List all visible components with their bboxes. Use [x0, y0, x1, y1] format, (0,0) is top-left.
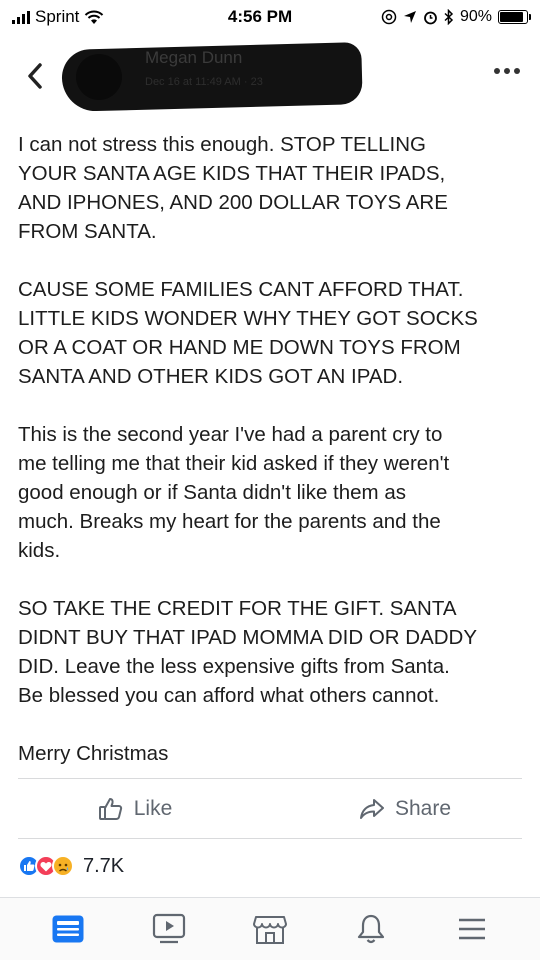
post-actions: Like Share: [0, 784, 540, 834]
marketplace-icon: [252, 916, 287, 944]
author-name[interactable]: Megan Dunn: [145, 48, 242, 68]
share-arrow-icon: [359, 799, 384, 819]
reaction-count: 7.7K: [83, 854, 125, 877]
nav-notifications[interactable]: [341, 904, 401, 954]
divider: [18, 778, 522, 779]
avatar[interactable]: [76, 54, 122, 100]
post-paragraph: Merry Christmas: [18, 742, 169, 765]
thumbs-up-icon: [98, 798, 122, 820]
post-paragraph: This is the second year I've had a paren…: [18, 423, 450, 562]
post-body: I can not stress this enough. STOP TELLI…: [18, 130, 528, 768]
back-chevron-icon: [28, 63, 42, 89]
battery-percent: 90%: [459, 8, 492, 25]
menu-icon: [458, 918, 485, 940]
like-button[interactable]: Like: [0, 784, 270, 834]
notifications-icon: [357, 914, 384, 944]
bluetooth-icon: [444, 9, 454, 25]
status-right: 90%: [328, 8, 531, 26]
battery-icon: [498, 10, 531, 24]
nav-menu[interactable]: [442, 904, 502, 954]
status-left: Sprint: [12, 7, 192, 27]
battery-fill: [500, 12, 524, 22]
back-button[interactable]: [20, 56, 50, 96]
bottom-nav: [0, 897, 540, 960]
alarm-icon: [424, 11, 437, 24]
watch-icon: [153, 913, 186, 944]
post-header: Megan Dunn Dec 16 at 11:49 AM · 23: [0, 40, 540, 112]
post-paragraph: CAUSE SOME FAMILIES CANT AFFORD THAT. LI…: [18, 278, 478, 388]
signal-icon: [12, 10, 30, 24]
share-label: Share: [394, 797, 452, 820]
at-icon: [381, 9, 397, 25]
news-feed-icon: [52, 915, 84, 943]
post-paragraph: SO TAKE THE CREDIT FOR THE GIFT. SANTA D…: [18, 597, 478, 707]
more-options-icon[interactable]: [494, 68, 520, 74]
nav-marketplace[interactable]: [240, 904, 300, 954]
reactions-summary[interactable]: 7.7K: [18, 852, 124, 880]
wifi-icon: [85, 10, 104, 24]
sad-reaction-icon: [52, 855, 74, 877]
clock: 4:56 PM: [227, 7, 293, 26]
divider: [18, 838, 522, 839]
carrier-name: Sprint: [35, 7, 80, 26]
location-icon: [403, 11, 416, 23]
nav-watch[interactable]: [139, 904, 199, 954]
share-button[interactable]: Share: [270, 784, 540, 834]
like-label: Like: [133, 797, 173, 820]
post-timestamp: Dec 16 at 11:49 AM · 23: [145, 76, 263, 88]
status-bar: Sprint 4:56 PM 90%: [0, 0, 540, 34]
post-paragraph: I can not stress this enough. STOP TELLI…: [18, 133, 448, 243]
nav-news-feed[interactable]: [38, 904, 98, 954]
